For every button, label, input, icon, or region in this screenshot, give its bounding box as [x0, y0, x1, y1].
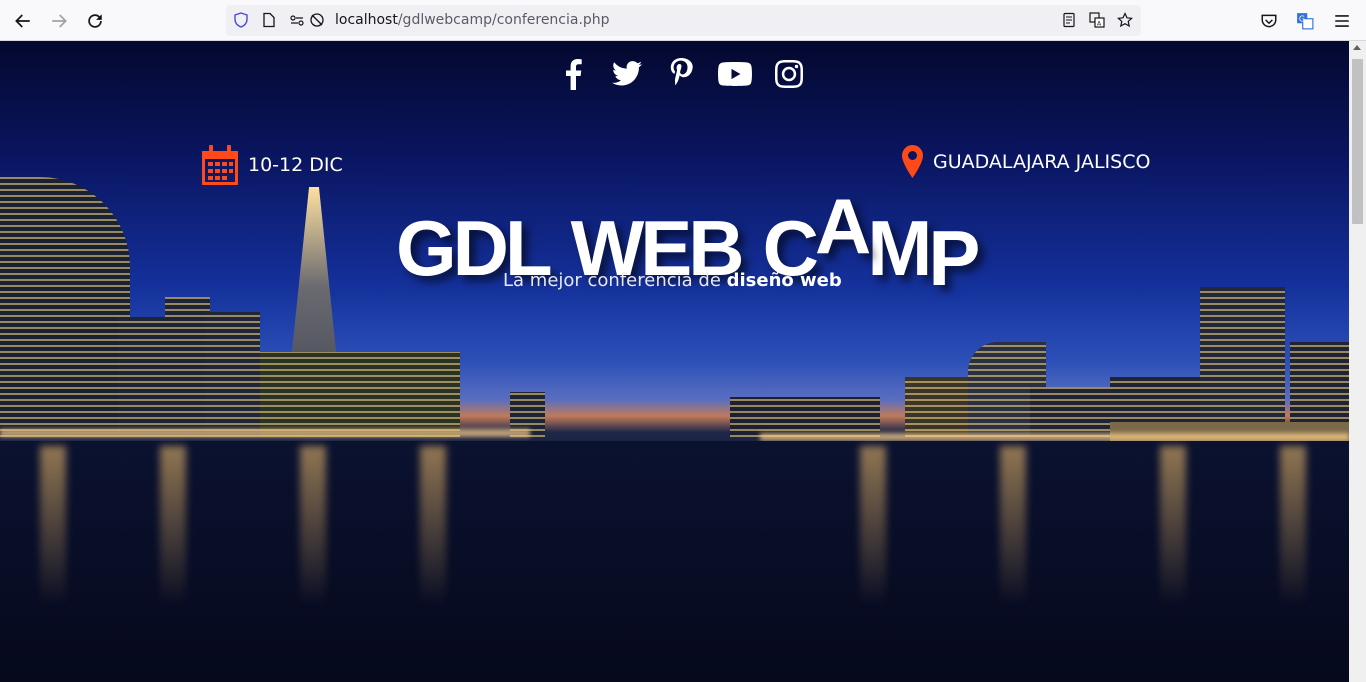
light-reflection: [1000, 446, 1026, 606]
pinterest-link[interactable]: [664, 57, 698, 91]
bookmark-star-icon[interactable]: [1116, 11, 1134, 29]
building: [260, 352, 460, 437]
instagram-icon: [775, 60, 803, 88]
light-reflection: [160, 446, 186, 606]
menu-button[interactable]: [1327, 6, 1357, 36]
logo-m: M: [867, 204, 932, 292]
shield-icon[interactable]: [232, 11, 250, 29]
river: [0, 441, 1349, 682]
url-host: localhost: [335, 12, 398, 28]
instagram-link[interactable]: [772, 57, 806, 91]
event-date: 10-12 DIC: [202, 145, 343, 185]
reader-view-icon[interactable]: [1060, 11, 1078, 29]
back-button[interactable]: [8, 6, 38, 36]
page-scrollbar[interactable]: [1349, 41, 1366, 682]
arrow-right-icon: [52, 14, 67, 28]
address-bar[interactable]: localhost/gdlwebcamp/conferencia.php A: [226, 5, 1141, 36]
twitter-icon: [612, 61, 642, 86]
pocket-icon: [1261, 14, 1277, 28]
hero-section: 10-12 DIC GUADALAJARA JALISCO GDL WEB C …: [0, 41, 1349, 682]
pinterest-icon: [670, 58, 693, 86]
event-location-text: GUADALAJARA JALISCO: [933, 150, 1151, 173]
building: [205, 312, 260, 437]
youtube-icon: [718, 62, 752, 86]
tagline: La mejor conferencia de diseño web: [503, 270, 842, 291]
forward-button[interactable]: [44, 6, 74, 36]
youtube-link[interactable]: [718, 57, 752, 91]
scroll-up-icon[interactable]: [1353, 45, 1361, 50]
building: [730, 397, 880, 437]
scroll-thumb[interactable]: [1352, 59, 1363, 224]
light-reflection: [1160, 446, 1186, 606]
building: [1200, 287, 1285, 437]
riverbank-lights: [760, 433, 1349, 441]
reload-button[interactable]: [80, 6, 110, 36]
building: [0, 177, 130, 437]
twitter-link[interactable]: [610, 57, 644, 91]
facebook-link[interactable]: [556, 57, 590, 91]
facebook-icon: [566, 59, 582, 90]
light-reflection: [860, 446, 886, 606]
translate-icon[interactable]: A: [1088, 11, 1106, 29]
translate-extension-icon: G: [1297, 13, 1314, 30]
url-text[interactable]: localhost/gdlwebcamp/conferencia.php: [335, 12, 610, 28]
tracking-protection-icon[interactable]: [308, 11, 326, 29]
building: [1030, 387, 1110, 437]
translate-extension-button[interactable]: G: [1290, 6, 1320, 36]
tagline-bold: diseño web: [726, 270, 842, 291]
social-links: [556, 57, 806, 91]
event-location: GUADALAJARA JALISCO: [902, 145, 1150, 178]
url-path: /gdlwebcamp/conferencia.php: [397, 12, 610, 28]
calendar-icon: [202, 145, 238, 185]
light-reflection: [40, 446, 66, 606]
reload-icon: [88, 14, 102, 28]
light-reflection: [420, 446, 446, 606]
logo-a: A: [814, 182, 871, 270]
event-date-text: 10-12 DIC: [248, 154, 343, 176]
map-marker-icon: [902, 145, 923, 178]
page-icon[interactable]: [260, 11, 278, 29]
riverbank-lights: [0, 429, 530, 437]
arrow-left-icon: [15, 14, 30, 28]
browser-toolbar: localhost/gdlwebcamp/conferencia.php A G: [0, 0, 1366, 41]
hamburger-icon: [1335, 15, 1349, 27]
light-reflection: [1280, 446, 1306, 606]
tagline-prefix: La mejor conferencia de: [503, 270, 727, 291]
svg-text:G: G: [1299, 15, 1305, 24]
pocket-button[interactable]: [1254, 6, 1284, 36]
permissions-icon[interactable]: [288, 11, 306, 29]
logo-p: P: [928, 214, 980, 302]
building: [165, 297, 210, 437]
light-reflection: [300, 446, 326, 606]
